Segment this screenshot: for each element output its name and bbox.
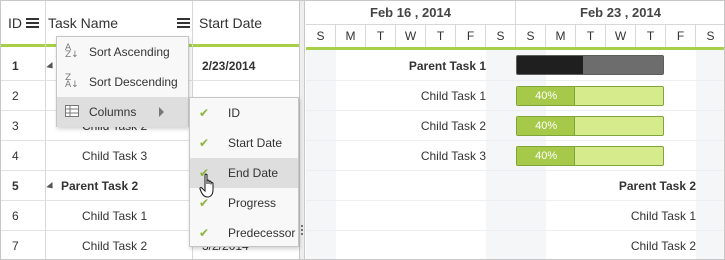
column-toggle-predecessor[interactable]: ✔ Predecessor [190,218,298,248]
columns-submenu: ✔ ID ✔ Start Date ✔ End Date ✔ Progress … [189,97,299,247]
column-header-task-name-label: Task Name [48,14,119,31]
column-toggle-label: Progress [228,196,277,210]
day-header: W [606,25,636,47]
column-toggle-label: End Date [228,166,279,180]
hand-pointer-cursor-icon [199,173,214,198]
column-header-start-date[interactable]: Start Date [199,1,262,44]
chart-row: Parent Task 1 [306,51,724,81]
column-toggle-label: Predecessor [228,226,296,240]
task-name-text: Child Task 2 [82,239,148,253]
task-label: Child Task 2 [630,239,696,253]
chart-row: Parent Task 2 [306,171,724,201]
row-id: 5 [12,179,19,193]
column-toggle-label: ID [228,106,240,120]
day-header: F [666,25,696,47]
column-menu-icon[interactable] [26,17,39,28]
day-header: S [486,25,516,47]
day-header: W [396,25,426,47]
row-id: 6 [12,209,19,223]
row-task-name: Parent Task 2 [46,171,139,201]
grid-chart-splitter[interactable] [299,1,305,259]
row-start-date: 2/23/2014 [202,59,256,73]
menu-item-label: Sort Ascending [89,45,170,59]
splitter-grip-icon[interactable] [301,225,304,239]
columns-icon [65,105,79,119]
task-name-text: Child Task 3 [82,149,148,163]
row-task-name: Child Task 2 [82,231,148,259]
chart-header-divider [306,47,724,50]
row-id: 1 [12,59,19,73]
chart-row: Child Task 2 40% [306,111,724,141]
progress-percent-label: 40% [535,90,558,102]
task-bar[interactable]: 40% [516,86,664,106]
task-bar[interactable]: 40% [516,116,664,136]
column-header-start-date-label: Start Date [199,14,263,31]
task-label: Child Task 1 [630,209,696,223]
task-bar[interactable]: 40% [516,146,664,166]
parent-task-bar[interactable] [516,55,664,75]
progress-percent-label: 40% [535,150,558,162]
day-header: S [306,25,336,47]
menu-item-label: Sort Descending [89,75,178,89]
expand-collapse-icon[interactable] [46,61,56,71]
column-menu-icon[interactable] [177,17,190,28]
row-id: 3 [12,119,19,133]
column-context-menu: A Z↓ Sort Ascending Z A↓ Sort Descending C… [56,36,189,127]
column-header-id-label: ID [8,14,22,31]
task-label: Parent Task 1 [408,59,486,73]
task-label: Child Task 1 [420,89,486,103]
menu-item-sort-ascending[interactable]: A Z↓ Sort Ascending [57,37,188,67]
submenu-arrow-icon [159,107,164,117]
sort-ascending-icon: A Z↓ [65,43,79,60]
row-id: 7 [12,239,19,253]
checkmark-icon[interactable]: ✔ [199,227,211,239]
gantt-chart: Feb 16 , 2014 Feb 23 , 2014 SMTWTFSSMTWT… [306,1,724,259]
column-toggle-label: Start Date [228,136,283,150]
week-header: Feb 16 , 2014 [306,1,516,25]
gantt-control: ID Task Name Start Date 1 2/23/2014 2 3 Chil… [0,0,725,260]
day-header: T [366,25,396,47]
day-header: T [636,25,666,47]
column-header-id[interactable]: ID [8,1,39,44]
row-id: 2 [12,89,19,103]
checkmark-icon[interactable]: ✔ [199,107,211,119]
row-id: 4 [12,149,19,163]
task-label: Parent Task 2 [618,179,696,193]
menu-item-columns[interactable]: Columns [57,97,188,127]
menu-item-sort-descending[interactable]: Z A↓ Sort Descending [57,67,188,97]
row-task-name: Child Task 3 [82,141,147,171]
day-header: S [516,25,546,47]
checkmark-icon[interactable]: ✔ [199,137,211,149]
task-name-text: Child Task 1 [82,209,148,223]
sort-descending-icon: Z A↓ [65,73,79,90]
day-header: M [546,25,576,47]
chart-row: Child Task 3 40% [306,141,724,171]
task-name-text: Parent Task 2 [61,179,139,193]
task-label: Child Task 3 [420,149,486,163]
expand-collapse-icon[interactable] [46,181,56,191]
parent-task-progress [517,56,583,74]
menu-item-label: Columns [89,105,137,119]
day-header: M [336,25,366,47]
row-task-name: Child Task 1 [82,201,147,231]
column-toggle-start-date[interactable]: ✔ Start Date [190,128,298,158]
column-toggle-id[interactable]: ✔ ID [190,98,298,128]
progress-percent-label: 40% [535,120,558,132]
chart-row: Child Task 2 [306,231,724,259]
chart-row: Child Task 1 [306,201,724,231]
week-header: Feb 23 , 2014 [516,1,724,25]
day-header: F [456,25,486,47]
day-header: T [576,25,606,47]
task-label: Child Task 2 [420,119,486,133]
day-header: S [696,25,724,47]
day-header: T [426,25,456,47]
chart-row: Child Task 1 40% [306,81,724,111]
